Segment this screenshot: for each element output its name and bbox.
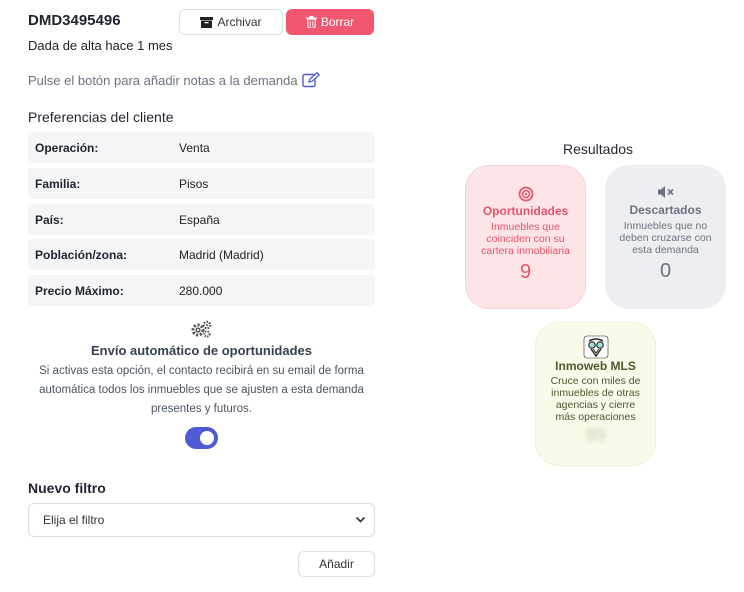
archive-label: Archivar bbox=[217, 15, 262, 29]
mls-count: 99 bbox=[585, 425, 606, 445]
filter-select[interactable]: Elija el filtro bbox=[28, 503, 375, 537]
delete-button[interactable]: Borrar bbox=[286, 9, 374, 35]
opportunities-count: 9 bbox=[519, 261, 532, 283]
mute-icon bbox=[657, 186, 674, 198]
preference-key: País: bbox=[35, 213, 64, 227]
filter-selected: Elija el filtro bbox=[43, 513, 105, 527]
target-icon bbox=[518, 186, 533, 202]
filter-title: Nuevo filtro bbox=[28, 480, 106, 496]
discarded-description: Inmuebles que no deben cruzarse con esta… bbox=[619, 220, 712, 256]
auto-send-title: Envío automático de oportunidades bbox=[90, 343, 313, 358]
preference-key: Familia: bbox=[35, 177, 81, 191]
opportunities-title: Oportunidades bbox=[482, 204, 569, 218]
preference-value: Madrid (Madrid) bbox=[179, 248, 264, 262]
mls-description: Cruce con miles de inmuebles de otras ag… bbox=[550, 375, 641, 423]
edit-icon[interactable] bbox=[301, 72, 320, 88]
preference-key: Operación: bbox=[35, 141, 99, 155]
preference-key: Población/zona: bbox=[35, 248, 128, 262]
auto-send-description: Si activas esta opción, el contacto reci… bbox=[39, 365, 364, 415]
toggle-knob bbox=[200, 431, 214, 445]
preference-row: Familia: Pisos bbox=[28, 168, 375, 199]
preference-key: Precio Máximo: bbox=[35, 284, 124, 298]
archive-icon bbox=[200, 16, 214, 28]
preferences-title: Preferencias del cliente bbox=[28, 109, 174, 125]
created-date: Dada de alta hace 1 mes bbox=[28, 38, 173, 53]
delete-label: Borrar bbox=[320, 15, 355, 29]
trash-icon bbox=[305, 16, 317, 28]
opportunities-description: Inmuebles que coinciden con su cartera i… bbox=[481, 221, 570, 257]
preference-value: Pisos bbox=[179, 177, 209, 191]
add-filter-button[interactable]: Añadir bbox=[298, 551, 375, 577]
mls-title: Inmoweb MLS bbox=[555, 359, 636, 373]
results-title: Resultados bbox=[562, 141, 634, 157]
opportunities-card[interactable]: Oportunidades Inmuebles que coinciden co… bbox=[465, 165, 586, 309]
notes-row: Pulse el botón para añadir notas a la de… bbox=[28, 72, 320, 88]
discarded-count: 0 bbox=[659, 260, 672, 282]
archive-button[interactable]: Archivar bbox=[179, 9, 283, 35]
preference-value: Venta bbox=[179, 141, 210, 155]
notes-text: Pulse el botón para añadir notas a la de… bbox=[28, 72, 298, 88]
mls-logo-icon bbox=[583, 335, 608, 359]
preference-row: Operación: Venta bbox=[28, 132, 375, 163]
preference-row: Población/zona: Madrid (Madrid) bbox=[28, 239, 375, 270]
preference-value: 280.000 bbox=[179, 284, 223, 298]
preference-value: España bbox=[179, 213, 220, 227]
auto-send-toggle[interactable] bbox=[185, 427, 218, 449]
discarded-card[interactable]: Descartados Inmuebles que no deben cruza… bbox=[605, 165, 726, 309]
preference-row: Precio Máximo: 280.000 bbox=[28, 275, 375, 306]
gears-icon bbox=[191, 320, 212, 338]
preference-row: País: España bbox=[28, 204, 375, 235]
discarded-title: Descartados bbox=[629, 203, 702, 217]
demand-id: DMD3495496 bbox=[28, 12, 121, 29]
chevron-down-icon bbox=[355, 516, 366, 523]
mls-card[interactable]: Inmoweb MLS Cruce con miles de inmuebles… bbox=[535, 322, 656, 466]
